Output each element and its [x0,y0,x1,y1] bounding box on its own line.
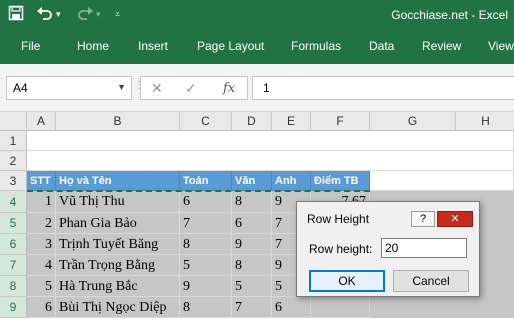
header-cell-stt[interactable]: STT [27,171,56,191]
enter-icon[interactable]: ✓ [185,80,197,97]
tab-formulas[interactable]: Formulas [291,39,341,53]
empty-row-2[interactable] [27,151,514,171]
cell-van[interactable]: 9 [232,234,272,255]
cell-toan[interactable]: 5 [180,255,232,276]
ok-button[interactable]: OK [309,270,385,292]
cell-stt[interactable]: 6 [27,297,56,318]
title-bar: ▾ ▾ ⩡ Gocchiase.net - Excel [0,0,514,30]
row-height-dialog: Row Height ? ✕ Row height: OK Cancel [296,201,480,297]
redo-dropdown-icon[interactable]: ▾ [96,5,101,23]
cell-name[interactable]: Vũ Thị Thu [56,191,180,213]
tab-home[interactable]: Home [77,39,109,53]
row-height-label: Row height: [309,242,373,256]
cancel-button[interactable]: Cancel [393,270,469,292]
help-button[interactable]: ? [411,211,435,227]
column-header-f[interactable]: F [311,112,370,131]
close-button[interactable]: ✕ [437,211,473,227]
column-header-a[interactable]: A [27,112,56,131]
row-header-3[interactable]: 3 [0,171,27,191]
cell-van[interactable]: 6 [232,213,272,234]
chevron-down-icon[interactable]: ▼ [117,82,126,92]
cell-anh[interactable]: 6 [272,297,311,318]
tab-view[interactable]: View [488,39,514,53]
cell-van[interactable]: 8 [232,191,272,213]
column-header-c[interactable]: C [180,112,232,131]
formula-bar: A4 ▼ ⋮ ✕ ✓ fx 1 [0,64,514,112]
cell-toan[interactable]: 8 [180,234,232,255]
redo-icon[interactable] [76,5,94,23]
cell-name[interactable]: Trần Trọng Bằng [56,255,180,276]
row-height-input[interactable] [381,238,467,258]
empty-row-1[interactable] [27,131,514,151]
tab-file[interactable]: File [21,39,40,53]
insert-function-icon[interactable]: fx [223,81,235,96]
cell-name[interactable]: Bùi Thị Ngọc Diệp [56,297,180,318]
cell-toan[interactable]: 9 [180,276,232,297]
row-header-1[interactable]: 1 [0,131,27,151]
row-header-8[interactable]: 8 [0,276,27,297]
formula-input[interactable]: 1 [252,76,514,100]
cell-stt[interactable]: 5 [27,276,56,297]
tab-review[interactable]: Review [422,39,461,53]
tab-page-layout[interactable]: Page Layout [197,39,264,53]
tab-insert[interactable]: Insert [138,39,168,53]
cell-van[interactable]: 7 [232,297,272,318]
ribbon-tabs: File Home Insert Page Layout Formulas Da… [0,30,514,64]
row-header-9[interactable]: 9 [0,297,27,318]
formula-bar-buttons: ✕ ✓ fx [140,76,248,100]
cell-stt[interactable]: 3 [27,234,56,255]
row-header-2[interactable]: 2 [0,151,27,171]
save-icon[interactable] [8,5,24,23]
header-cell-van[interactable]: Văn [232,171,272,191]
cell-diem-tb[interactable] [311,297,370,318]
column-header-g[interactable]: G [370,112,456,131]
copy-marquee [27,190,370,192]
undo-icon[interactable] [36,5,54,23]
column-header-b[interactable]: B [56,112,180,131]
column-header-d[interactable]: D [232,112,272,131]
name-box-value: A4 [13,81,28,95]
cell-van[interactable]: 5 [232,276,272,297]
formula-content: 1 [263,81,270,95]
row-header-7[interactable]: 7 [0,255,27,276]
undo-dropdown-icon[interactable]: ▾ [56,5,61,23]
cell-name[interactable]: Phan Gia Bảo [56,213,180,234]
tab-data[interactable]: Data [369,39,394,53]
window-title: Gocchiase.net - Excel [391,8,508,22]
cell-stt[interactable]: 4 [27,255,56,276]
cell-stt[interactable]: 2 [27,213,56,234]
row-header-6[interactable]: 6 [0,234,27,255]
row-header-5[interactable]: 5 [0,213,27,234]
dialog-title: Row Height [307,212,370,226]
cell-van[interactable]: 8 [232,255,272,276]
header-cell-toan[interactable]: Toán [180,171,232,191]
header-cell-name[interactable]: Họ và Tên [56,171,180,191]
cell-name[interactable]: Trịnh Tuyết Băng [56,234,180,255]
name-box[interactable]: A4 ▼ [6,76,132,100]
cell-stt[interactable]: 1 [27,191,56,213]
cell-toan[interactable]: 6 [180,191,232,213]
cancel-icon[interactable]: ✕ [151,80,163,97]
column-header-e[interactable]: E [272,112,311,131]
empty-cell[interactable] [370,171,514,191]
cell-name[interactable]: Hà Trung Bắc [56,276,180,297]
header-cell-anh[interactable]: Anh [272,171,311,191]
cell-toan[interactable]: 7 [180,213,232,234]
cell-toan[interactable]: 8 [180,297,232,318]
customize-quick-access-icon[interactable]: ⩡ [115,5,120,23]
row-header-4[interactable]: 4 [0,191,27,213]
select-all-corner[interactable] [0,112,27,131]
header-cell-diem-tb[interactable]: Điểm TB [311,171,370,191]
column-header-h[interactable]: H [456,112,514,131]
